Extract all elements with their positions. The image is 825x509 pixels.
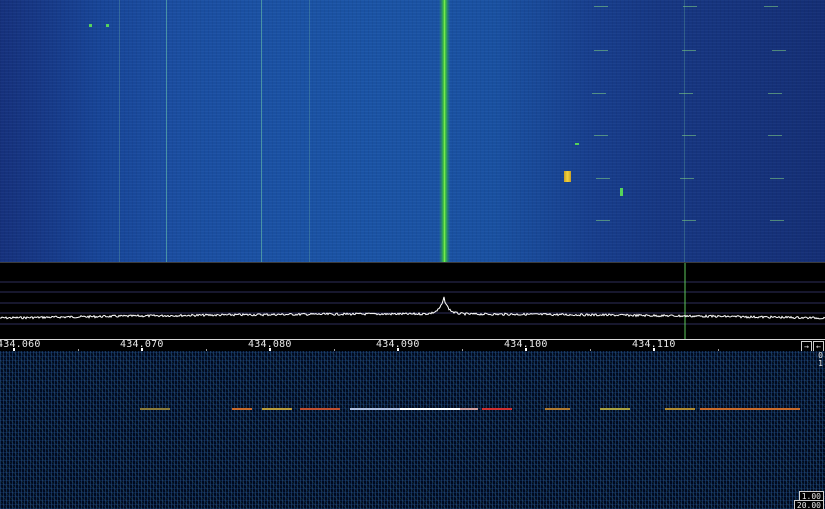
waterfall-tick (772, 50, 786, 51)
waterfall-spot (620, 188, 623, 196)
waterfall-interference-line (119, 0, 120, 262)
waterfall-display[interactable] (0, 0, 825, 262)
signal-segment (665, 408, 695, 410)
sdr-receiver-window: 434.060 434.070 434.080 434.090 434.100 … (0, 0, 825, 509)
signal-segment (350, 408, 400, 410)
waterfall-tick (596, 220, 610, 221)
waterfall-tick (594, 50, 608, 51)
waterfall-tick (768, 135, 782, 136)
signal-segment (460, 408, 478, 410)
signal-segment (300, 408, 340, 410)
freq-label: 434.060 (0, 339, 41, 350)
waterfall-spot (89, 24, 92, 27)
spectrum-trace (0, 296, 825, 320)
signal-burst (564, 171, 571, 182)
signal-segment (400, 408, 460, 410)
waterfall-tick (592, 93, 606, 94)
waterfall-tick (770, 178, 784, 179)
signal-segment (232, 408, 252, 410)
signal-segment (545, 408, 570, 410)
waterfall-tick (764, 6, 778, 7)
decoded-signal-line (0, 408, 825, 410)
spectrum-svg (0, 263, 825, 340)
waterfall-noise (0, 0, 825, 262)
signal-segment (482, 408, 512, 410)
waterfall-interference-line (309, 0, 310, 262)
waterfall-tick (770, 220, 784, 221)
waterfall-interference-line (261, 0, 262, 262)
side-scale-value: 1 (818, 359, 823, 368)
waterfall-tick (679, 93, 693, 94)
carrier-signal-trace (439, 0, 450, 262)
lower-waterfall[interactable]: 0 1 1.00 20.00 (0, 351, 825, 509)
signal-segment (600, 408, 630, 410)
noise-field (0, 351, 825, 509)
waterfall-tick (594, 135, 608, 136)
waterfall-spot (575, 143, 579, 145)
waterfall-tick (682, 50, 696, 51)
waterfall-tick (680, 178, 694, 179)
range-value-box[interactable]: 20.00 (793, 500, 824, 509)
waterfall-tick (682, 135, 696, 136)
waterfall-tick (682, 220, 696, 221)
waterfall-spot (106, 24, 109, 27)
waterfall-interference-line (166, 0, 167, 262)
waterfall-interference-line (684, 0, 685, 262)
waterfall-tick (683, 6, 697, 7)
spectrum-plot[interactable] (0, 262, 825, 340)
waterfall-tick (596, 178, 610, 179)
signal-segment (700, 408, 800, 410)
signal-segment (140, 408, 170, 410)
signal-segment (262, 408, 292, 410)
waterfall-tick (594, 6, 608, 7)
waterfall-tick (768, 93, 782, 94)
